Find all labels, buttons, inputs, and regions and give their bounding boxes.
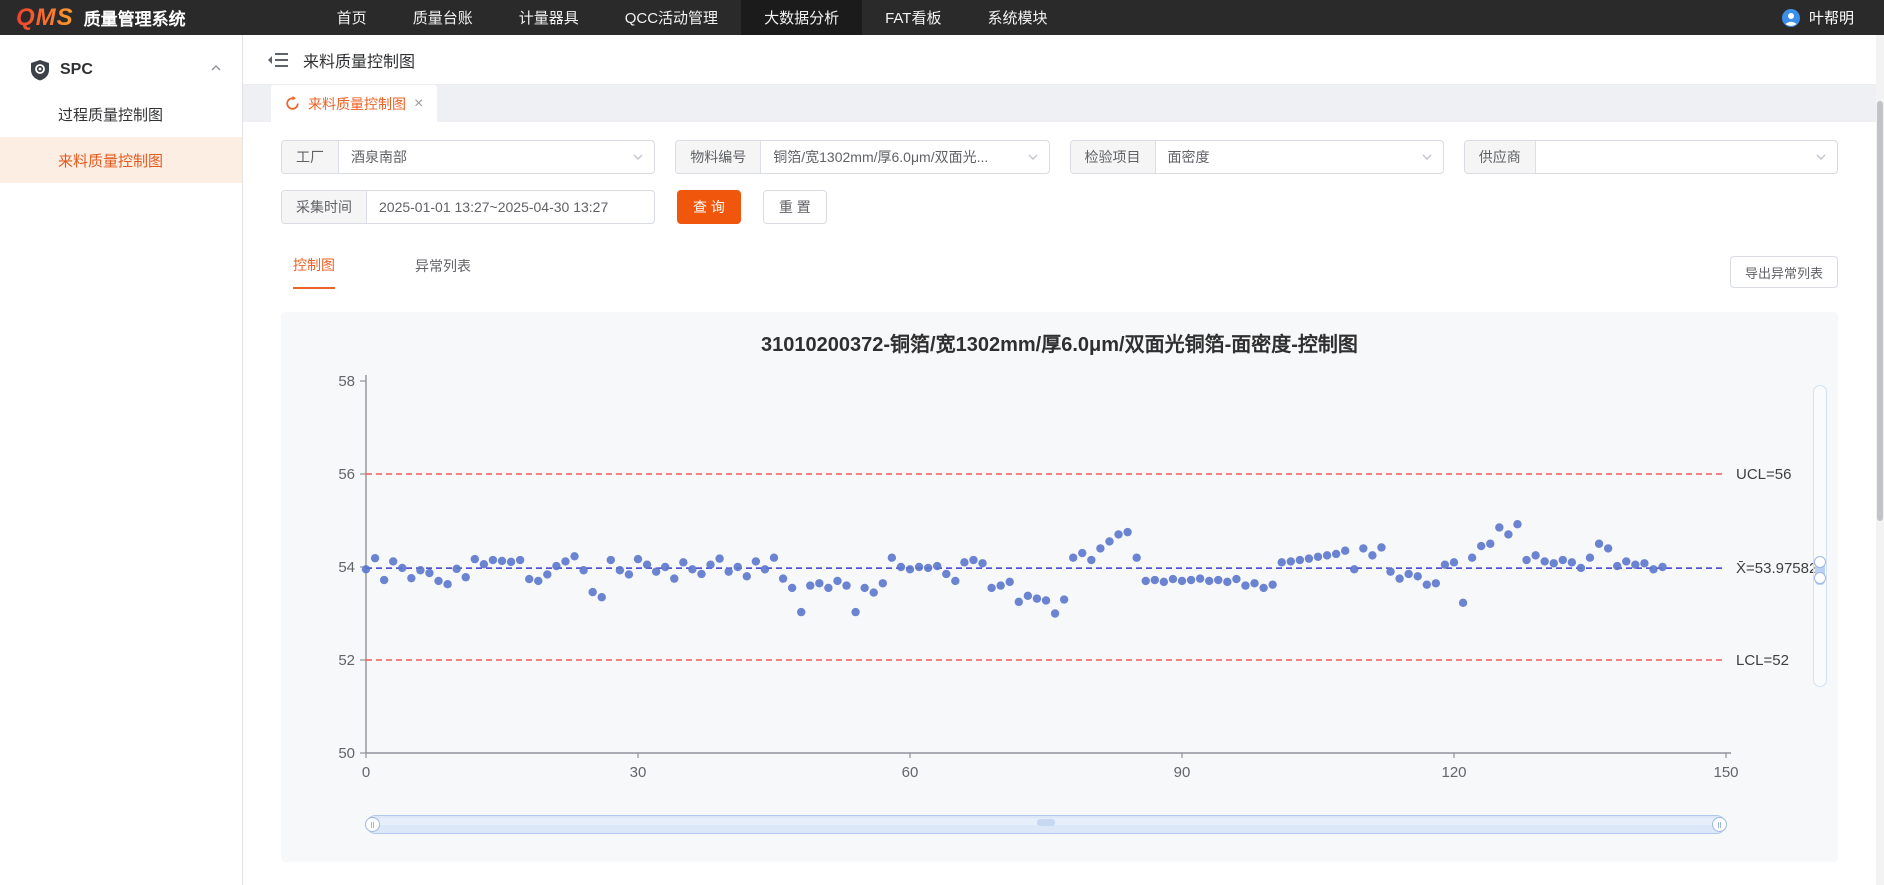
svg-text:150: 150	[1713, 764, 1738, 781]
top-navbar: QMS 质量管理系统 首页 质量台账 计量器具 QCC活动管理 大数据分析 FA…	[0, 0, 1884, 35]
svg-text:X̄=53.97582: X̄=53.97582	[1736, 560, 1817, 577]
tab-exception-list[interactable]: 异常列表	[415, 256, 471, 288]
y-datazoom-handle-bottom[interactable]	[1814, 572, 1826, 584]
main-content: 来料质量控制图 来料质量控制图 × 工厂 酒泉南部	[243, 35, 1876, 885]
inspection-item-value: 面密度	[1156, 141, 1421, 173]
svg-text:30: 30	[630, 764, 647, 781]
search-button[interactable]: 查 询	[677, 190, 741, 224]
y-datazoom-slider[interactable]	[1813, 385, 1827, 687]
svg-text:56: 56	[338, 466, 355, 483]
nav-item-qcc-management[interactable]: QCC活动管理	[602, 0, 741, 35]
factory-value: 酒泉南部	[339, 141, 632, 173]
svg-text:UCL=56: UCL=56	[1736, 466, 1791, 483]
chevron-up-icon	[210, 61, 222, 79]
shield-icon	[30, 59, 50, 81]
svg-text:120: 120	[1441, 764, 1466, 781]
svg-text:60: 60	[902, 764, 919, 781]
collect-time-range-picker[interactable]: 采集时间 2025-01-01 13:27~2025-04-30 13:27	[281, 190, 655, 224]
reset-button[interactable]: 重 置	[763, 190, 827, 224]
x-datazoom-slider[interactable]	[366, 815, 1726, 834]
inspection-item-label: 检验项目	[1071, 141, 1156, 173]
control-chart-card: 31010200372-铜箔/宽1302mm/厚6.0μm/双面光铜箔-面密度-…	[281, 312, 1838, 862]
open-tab-label: 来料质量控制图	[308, 94, 406, 114]
material-code-value: 铜箔/宽1302mm/厚6.0μm/双面光...	[761, 141, 1026, 173]
svg-text:0: 0	[362, 764, 370, 781]
material-code-label: 物料编号	[676, 141, 761, 173]
nav-item-fat-board[interactable]: FAT看板	[862, 0, 964, 35]
collect-time-label: 采集时间	[282, 191, 367, 223]
x-datazoom-grip[interactable]	[1037, 819, 1055, 826]
material-code-select[interactable]: 物料编号 铜箔/宽1302mm/厚6.0μm/双面光...	[675, 140, 1049, 174]
svg-text:LCL=52: LCL=52	[1736, 652, 1789, 669]
nav-item-quality-ledger[interactable]: 质量台账	[390, 0, 496, 35]
nav-item-big-data-analysis[interactable]: 大数据分析	[741, 0, 862, 35]
user-name: 叶帮明	[1809, 7, 1854, 28]
collapse-menu-icon[interactable]	[267, 51, 289, 69]
x-datazoom-handle-left[interactable]	[365, 817, 380, 832]
open-tab-chip[interactable]: 来料质量控制图 ×	[271, 85, 437, 122]
collect-time-value: 2025-01-01 13:27~2025-04-30 13:27	[367, 191, 654, 223]
tabstrip: 来料质量控制图 ×	[243, 85, 1876, 122]
brand[interactable]: QMS 质量管理系统	[0, 4, 186, 32]
sidebar-group-label: SPC	[60, 61, 93, 79]
factory-label: 工厂	[282, 141, 339, 173]
chevron-down-icon	[1027, 141, 1049, 173]
filters-row-2: 采集时间 2025-01-01 13:27~2025-04-30 13:27 查…	[281, 190, 1838, 224]
svg-text:58: 58	[338, 373, 355, 390]
inspection-item-select[interactable]: 检验项目 面密度	[1070, 140, 1444, 174]
supplier-value	[1536, 141, 1815, 173]
nav-item-system-module[interactable]: 系统模块	[964, 0, 1070, 35]
sidebar: SPC 过程质量控制图 来料质量控制图	[0, 35, 243, 885]
user-menu[interactable]: 叶帮明	[1781, 7, 1884, 28]
chevron-down-icon	[1815, 141, 1837, 173]
content-panel: 工厂 酒泉南部 物料编号 铜箔/宽1302mm/厚6.0μm/双面光...	[243, 122, 1876, 862]
avatar-icon	[1781, 8, 1801, 28]
chevron-down-icon	[1421, 141, 1443, 173]
nav-item-home[interactable]: 首页	[314, 0, 390, 35]
svg-text:52: 52	[338, 652, 355, 669]
page-scrollbar-thumb[interactable]	[1877, 101, 1883, 521]
qms-logo: QMS	[16, 4, 74, 32]
tab-control-chart[interactable]: 控制图	[293, 255, 335, 289]
filters-row-1: 工厂 酒泉南部 物料编号 铜箔/宽1302mm/厚6.0μm/双面光...	[281, 140, 1838, 174]
svg-text:90: 90	[1174, 764, 1191, 781]
factory-select[interactable]: 工厂 酒泉南部	[281, 140, 655, 174]
supplier-label: 供应商	[1465, 141, 1536, 173]
refresh-icon[interactable]	[285, 96, 300, 111]
x-datazoom-handle-right[interactable]	[1712, 817, 1727, 832]
close-tab-icon[interactable]: ×	[414, 95, 423, 113]
sidebar-group-spc[interactable]: SPC	[0, 49, 242, 91]
page-title: 来料质量控制图	[303, 48, 415, 72]
main-nav: 首页 质量台账 计量器具 QCC活动管理 大数据分析 FAT看板 系统模块	[314, 0, 1071, 35]
sidebar-item-process-quality-control-chart[interactable]: 过程质量控制图	[0, 91, 242, 137]
svg-text:54: 54	[338, 559, 355, 576]
supplier-select[interactable]: 供应商	[1464, 140, 1838, 174]
chevron-down-icon	[632, 141, 654, 173]
page-scrollbar[interactable]	[1876, 35, 1884, 885]
spc-control-chart[interactable]: 50 52 54 56 58 0 30 60 90 120 150 UCL=56 X̄=53.97582…	[281, 312, 1838, 862]
qms-app: QMS 质量管理系统 首页 质量台账 计量器具 QCC活动管理 大数据分析 FA…	[0, 0, 1884, 885]
page-header: 来料质量控制图	[243, 35, 1876, 85]
content-tabs: 控制图 异常列表 导出异常列表	[281, 254, 1838, 290]
sidebar-item-incoming-quality-control-chart[interactable]: 来料质量控制图	[0, 137, 242, 183]
app-title: 质量管理系统	[84, 5, 186, 30]
y-datazoom-handle-top[interactable]	[1814, 556, 1826, 568]
svg-text:50: 50	[338, 745, 355, 762]
nav-item-measuring-instruments[interactable]: 计量器具	[496, 0, 602, 35]
export-exception-list-button[interactable]: 导出异常列表	[1730, 256, 1838, 288]
